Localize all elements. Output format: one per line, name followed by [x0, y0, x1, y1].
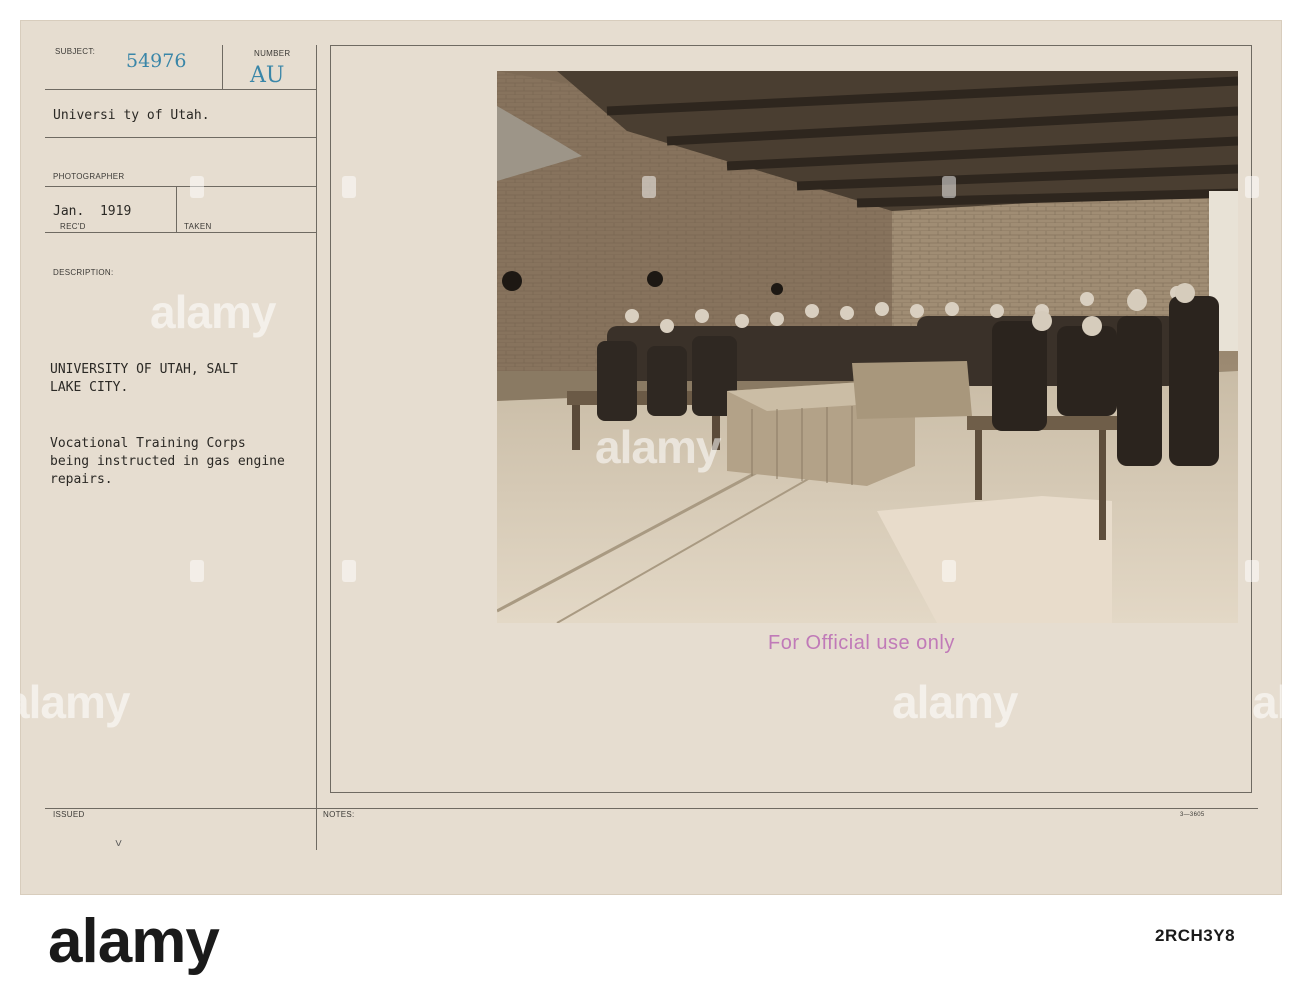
- description-line-5: repairs.: [50, 472, 113, 487]
- photographer-rule: [45, 186, 316, 187]
- page: SUBJECT: 54976 NUMBER AU Universi ty of …: [0, 0, 1300, 983]
- subject-text-rule: [45, 137, 316, 138]
- watermark-dot: [942, 560, 956, 582]
- watermark-alamy-1: alamy: [150, 286, 276, 338]
- taken-label: TAKEN: [184, 222, 212, 231]
- watermark-dot: [342, 560, 356, 582]
- left-column-divider: [316, 45, 317, 850]
- subject-number: 54976: [126, 50, 187, 72]
- watermark-dot: [190, 176, 204, 198]
- subject-rule: [45, 89, 316, 90]
- stock-image-id: 2RCH3Y8: [1155, 926, 1236, 945]
- description-line-4: being instructed in gas engine: [50, 454, 285, 469]
- date-text: Jan. 1919: [53, 204, 132, 219]
- watermark-dot: [642, 176, 656, 198]
- number-divider: [222, 45, 223, 89]
- date-divider: [176, 186, 177, 232]
- watermark-alamy-2: alamy: [595, 421, 721, 473]
- alamy-logo: alamy: [48, 907, 220, 976]
- watermark-dot: [942, 176, 956, 198]
- watermark-dot: [190, 560, 204, 582]
- official-use-stamp: For Official use only: [768, 632, 955, 654]
- recd-label: REC'D: [60, 222, 86, 231]
- form-number: 3—3605: [1180, 812, 1205, 818]
- number-label: NUMBER: [254, 49, 291, 58]
- number-code: AU: [250, 63, 285, 88]
- subject-text: Universi ty of Utah.: [53, 108, 210, 123]
- workshop-photo: [497, 71, 1238, 623]
- notes-label: NOTES:: [323, 810, 355, 819]
- watermark-alamy-3: alamy: [892, 676, 1018, 728]
- workshop-photo-illustration: [497, 71, 1238, 623]
- watermark-alamy-5: alamy: [1252, 676, 1300, 728]
- description-label: DESCRIPTION:: [53, 268, 114, 277]
- subject-label: SUBJECT:: [55, 47, 96, 56]
- watermark-dot: [1245, 560, 1259, 582]
- description-line-1: UNIVERSITY OF UTAH, SALT: [50, 362, 238, 377]
- date-rule: [45, 232, 316, 233]
- description-line-3: Vocational Training Corps: [50, 436, 246, 451]
- issued-mark: <: [111, 839, 126, 847]
- notes-rule: [45, 808, 1258, 809]
- watermark-dot: [342, 176, 356, 198]
- photographer-label: PHOTOGRAPHER: [53, 172, 125, 181]
- watermark-dot: [1245, 176, 1259, 198]
- description-line-2: LAKE CITY.: [50, 380, 129, 395]
- watermark-alamy-4: alamy: [4, 676, 130, 728]
- issued-label: ISSUED: [53, 810, 85, 819]
